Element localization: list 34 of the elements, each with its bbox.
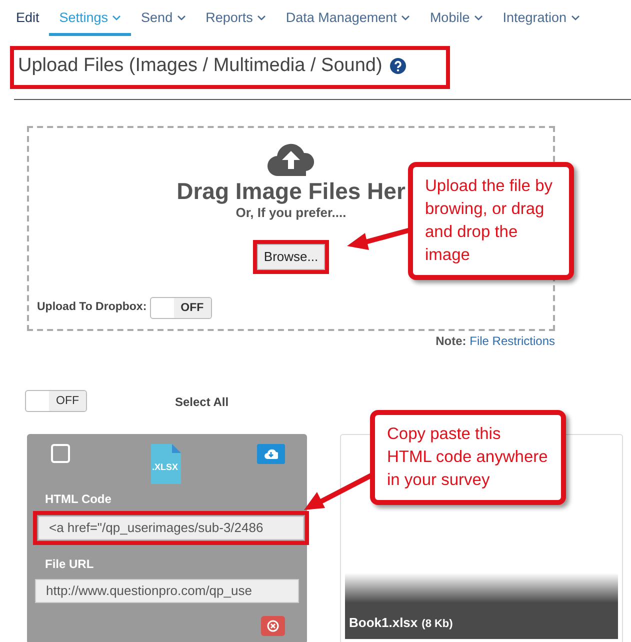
download-button[interactable] bbox=[257, 444, 285, 464]
file-name: Book1.xlsx bbox=[349, 615, 418, 630]
callout: Upload the file by browing, or drag and drop the image bbox=[408, 162, 574, 280]
help-icon[interactable] bbox=[390, 58, 406, 74]
nav-tab[interactable]: Send bbox=[131, 0, 196, 36]
file-size: (8 Kb) bbox=[422, 618, 453, 630]
browse-button[interactable]: Browse... bbox=[256, 244, 326, 270]
close-icon bbox=[267, 620, 279, 632]
callout-arrow bbox=[347, 228, 411, 250]
cloud-download-icon bbox=[264, 448, 278, 460]
dropbox-label: Upload To Dropbox: bbox=[37, 300, 147, 315]
file-type-label: .XLSX bbox=[152, 460, 178, 474]
select-all-label: Select All bbox=[175, 394, 229, 410]
file-url-field[interactable]: http://www.questionpro.com/qp_use bbox=[35, 579, 299, 603]
delete-button[interactable] bbox=[261, 616, 285, 636]
file-restrictions-link[interactable]: File Restrictions bbox=[470, 334, 555, 348]
drop-heading: Drag Image Files Her bbox=[176, 180, 406, 202]
callout: Copy paste this HTML code anywhere in your survey bbox=[370, 410, 566, 506]
checkbox[interactable] bbox=[51, 444, 70, 462]
file-icon bbox=[151, 444, 181, 484]
html-code-label: HTML Code bbox=[45, 491, 112, 508]
html-code-field[interactable]: <a href="/qp_userimages/sub-3/2486 bbox=[38, 516, 304, 540]
page-title: Upload Files (Images / Multimedia / Sound) bbox=[18, 54, 382, 78]
drop-subheading: Or, If you prefer.... bbox=[236, 204, 346, 222]
nav-tab[interactable]: Integration bbox=[492, 0, 590, 36]
toggle-switch[interactable]: OFF bbox=[25, 390, 87, 412]
nav-tab[interactable]: Edit bbox=[6, 0, 50, 36]
toggle-switch[interactable]: OFF bbox=[150, 296, 212, 318]
cloud-upload-icon bbox=[266, 142, 316, 178]
nav-tab[interactable]: Mobile bbox=[420, 0, 493, 36]
nav-tab[interactable]: Reports bbox=[196, 0, 276, 36]
nav-tab[interactable]: Data Management bbox=[276, 0, 420, 36]
note-label: Note: bbox=[436, 334, 466, 348]
file-url-label: File URL bbox=[45, 556, 95, 573]
